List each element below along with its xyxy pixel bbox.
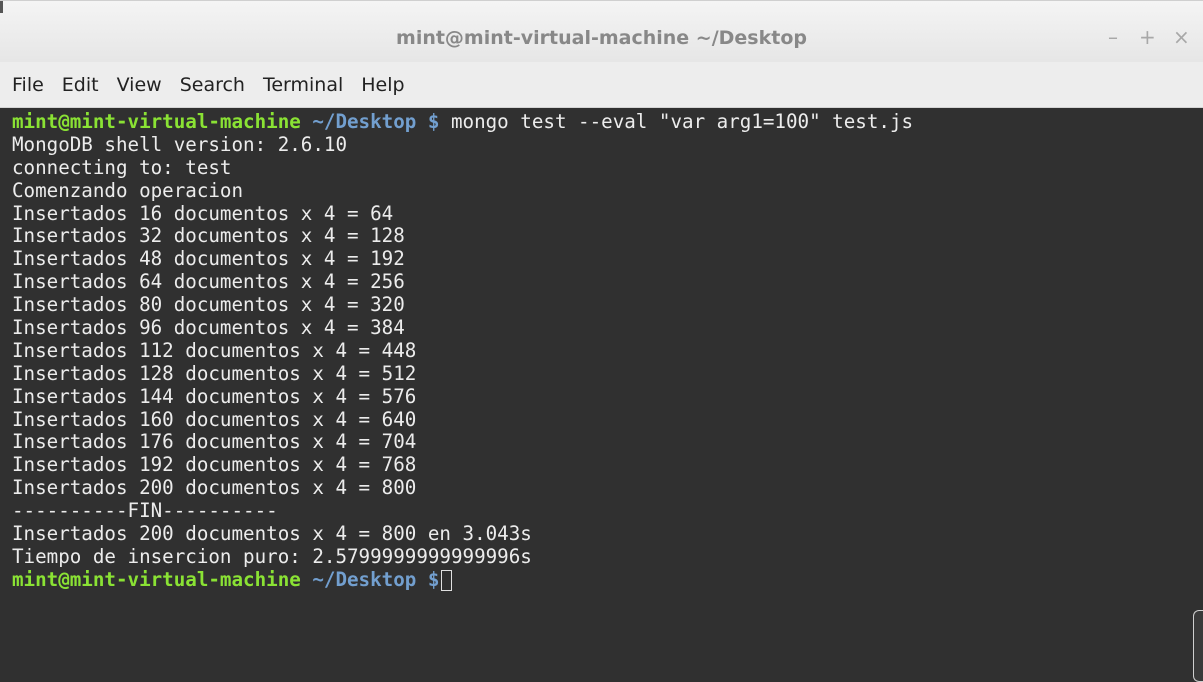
output-line: Insertados 32 documentos x 4 = 128 (12, 224, 405, 248)
terminal-window: mint@mint-virtual-machine ~/Desktop – + … (0, 0, 1203, 682)
menu-file[interactable]: File (0, 74, 53, 96)
output-line: Insertados 96 documentos x 4 = 384 (12, 316, 405, 340)
output-line: Insertados 64 documentos x 4 = 256 (12, 270, 405, 294)
prompt-path: ~/Desktop $ (300, 110, 440, 133)
maximize-button[interactable]: + (1139, 26, 1156, 48)
window-title: mint@mint-virtual-machine ~/Desktop (396, 27, 807, 49)
output-line: Insertados 48 documentos x 4 = 192 (12, 247, 405, 271)
menu-terminal[interactable]: Terminal (254, 74, 352, 96)
output-line: Insertados 16 documentos x 4 = 64 (12, 201, 394, 225)
output-line: Insertados 200 documentos x 4 = 800 (12, 476, 417, 500)
prompt-path: ~/Desktop $ (300, 567, 440, 591)
scrollbar[interactable] (1193, 610, 1203, 682)
menu-edit[interactable]: Edit (53, 74, 108, 96)
output-line: Insertados 112 documentos x 4 = 448 (12, 338, 417, 362)
command-text: mongo test --eval "var arg1=100" test.js (439, 110, 914, 133)
output-line: Comenzando operacion (12, 178, 244, 202)
command-line: mint@mint-virtual-machine ~/Desktop $ mo… (12, 110, 914, 134)
prompt-user: mint@mint-virtual-machine (12, 110, 301, 133)
prompt-user: mint@mint-virtual-machine (12, 567, 301, 591)
output-line: Insertados 192 documentos x 4 = 768 (12, 453, 417, 477)
output-line: Insertados 160 documentos x 4 = 640 (12, 407, 417, 431)
output-lines: MongoDB shell version: 2.6.10 connecting … (12, 132, 913, 569)
menu-help[interactable]: Help (352, 74, 413, 96)
minimize-button[interactable]: – (1105, 26, 1121, 48)
menu-bar: File Edit View Search Terminal Help (0, 62, 1203, 108)
window-corner-mark (0, 1, 3, 13)
window-controls: – + × (1105, 26, 1190, 48)
output-line: MongoDB shell version: 2.6.10 (12, 132, 348, 156)
output-line: connecting to: test (12, 155, 232, 179)
output-line: Insertados 176 documentos x 4 = 704 (12, 430, 417, 454)
terminal-output: mint@mint-virtual-machine ~/Desktop $ mo… (12, 110, 914, 592)
prompt-line[interactable]: mint@mint-virtual-machine ~/Desktop $ (12, 567, 913, 592)
output-line: ----------FIN---------- (12, 499, 278, 523)
title-bar[interactable]: mint@mint-virtual-machine ~/Desktop – + … (0, 0, 1203, 62)
output-line: Insertados 200 documentos x 4 = 800 en 3… (12, 522, 532, 546)
text-cursor (441, 569, 453, 591)
output-line: Tiempo de insercion puro: 2.579999999999… (12, 544, 532, 568)
output-line: Insertados 144 documentos x 4 = 576 (12, 384, 417, 408)
menu-search[interactable]: Search (171, 74, 254, 96)
menu-view[interactable]: View (108, 74, 171, 96)
close-button[interactable]: × (1173, 26, 1190, 48)
terminal-area[interactable]: mint@mint-virtual-machine ~/Desktop $ mo… (0, 108, 1203, 682)
output-line: Insertados 80 documentos x 4 = 320 (12, 293, 405, 317)
output-line: Insertados 128 documentos x 4 = 512 (12, 361, 417, 385)
